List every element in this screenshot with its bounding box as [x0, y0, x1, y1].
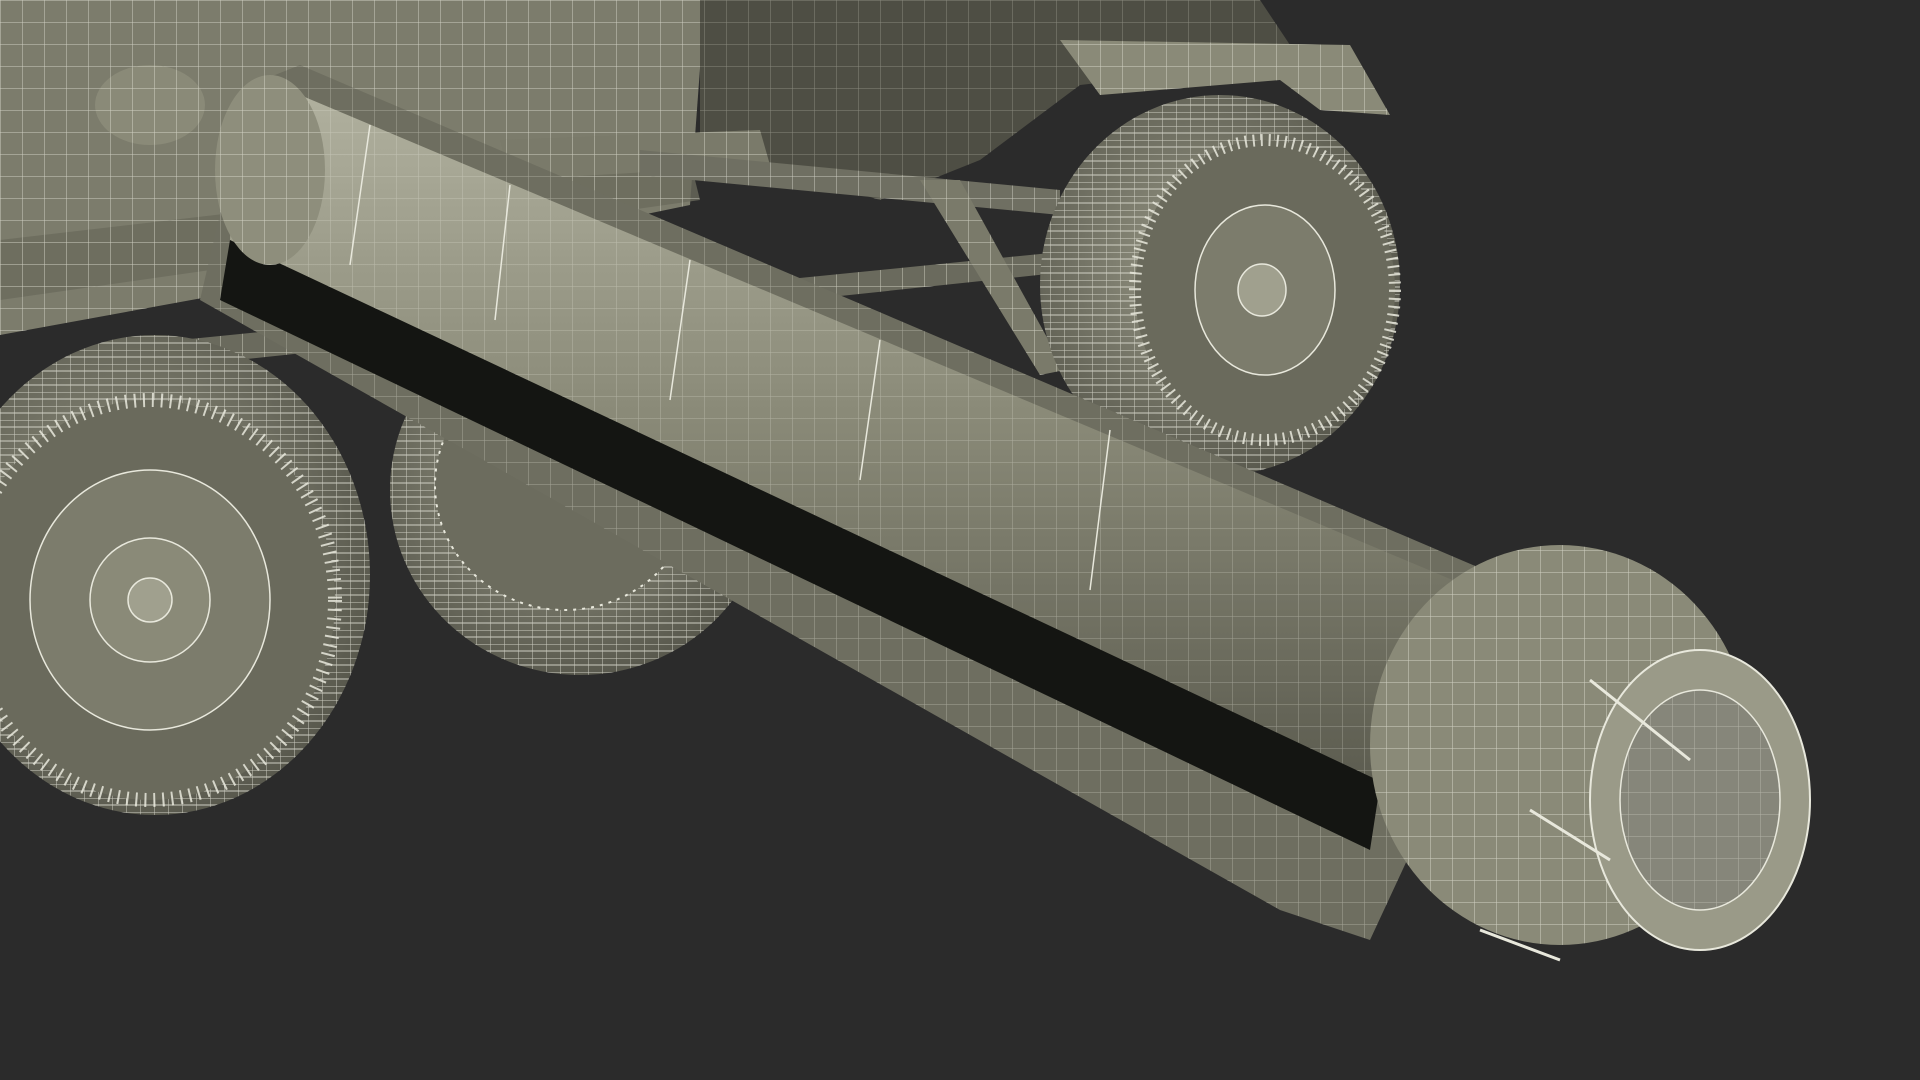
wireframe-render-viewport [0, 0, 1920, 1080]
